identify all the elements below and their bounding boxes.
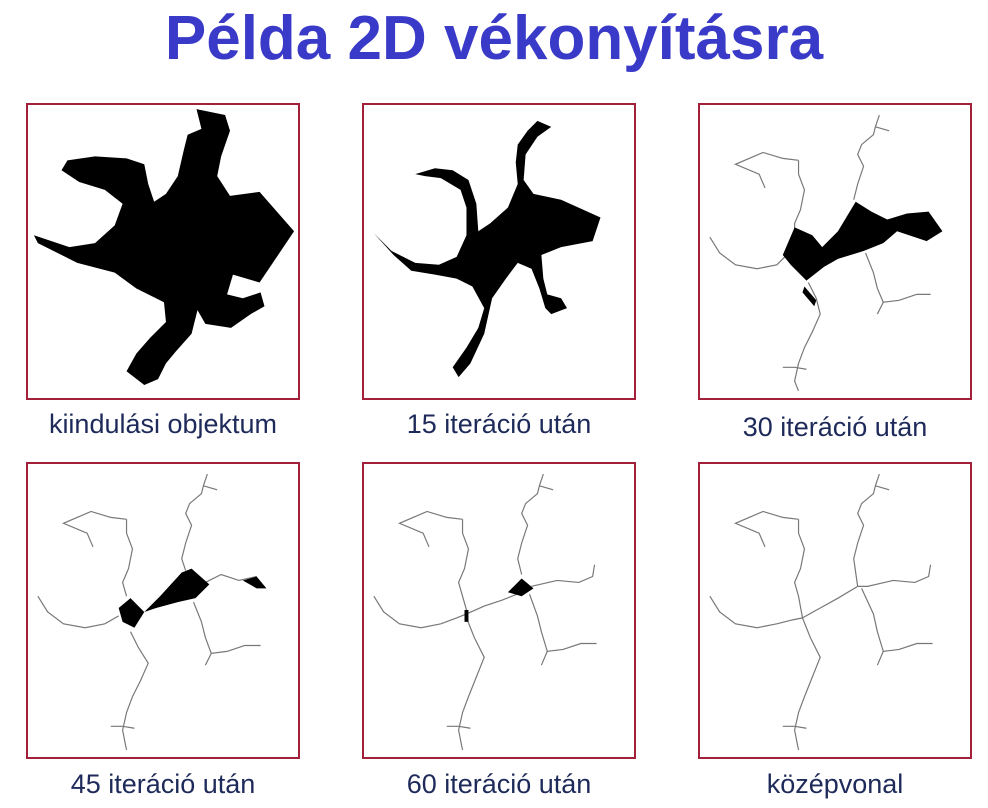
caption-60-iterations: 60 iteráció után xyxy=(406,769,592,799)
caption-30-iterations: 30 iteráció után xyxy=(742,412,928,442)
panel-original-object xyxy=(26,103,300,400)
60-iterations-image xyxy=(373,473,597,751)
caption-45-iterations: 45 iteráció után xyxy=(70,769,256,799)
medial-axis-image xyxy=(709,473,933,751)
panel-60-iterations xyxy=(362,462,636,759)
45-iterations-image xyxy=(37,473,267,751)
original-object-image xyxy=(33,109,295,386)
15-iterations-image xyxy=(373,120,601,378)
panel-30-iterations xyxy=(698,103,972,400)
caption-original-object: kiindulási objektum xyxy=(48,409,278,439)
panel-15-iterations xyxy=(362,103,636,400)
caption-15-iterations: 15 iteráció után xyxy=(406,409,592,439)
panel-medial-axis xyxy=(698,462,972,759)
30-iterations-image xyxy=(709,114,943,392)
page-title: Példa 2D vékonyításra xyxy=(164,4,824,73)
caption-medial-axis: középvonal xyxy=(766,769,904,799)
panel-45-iterations xyxy=(26,462,300,759)
